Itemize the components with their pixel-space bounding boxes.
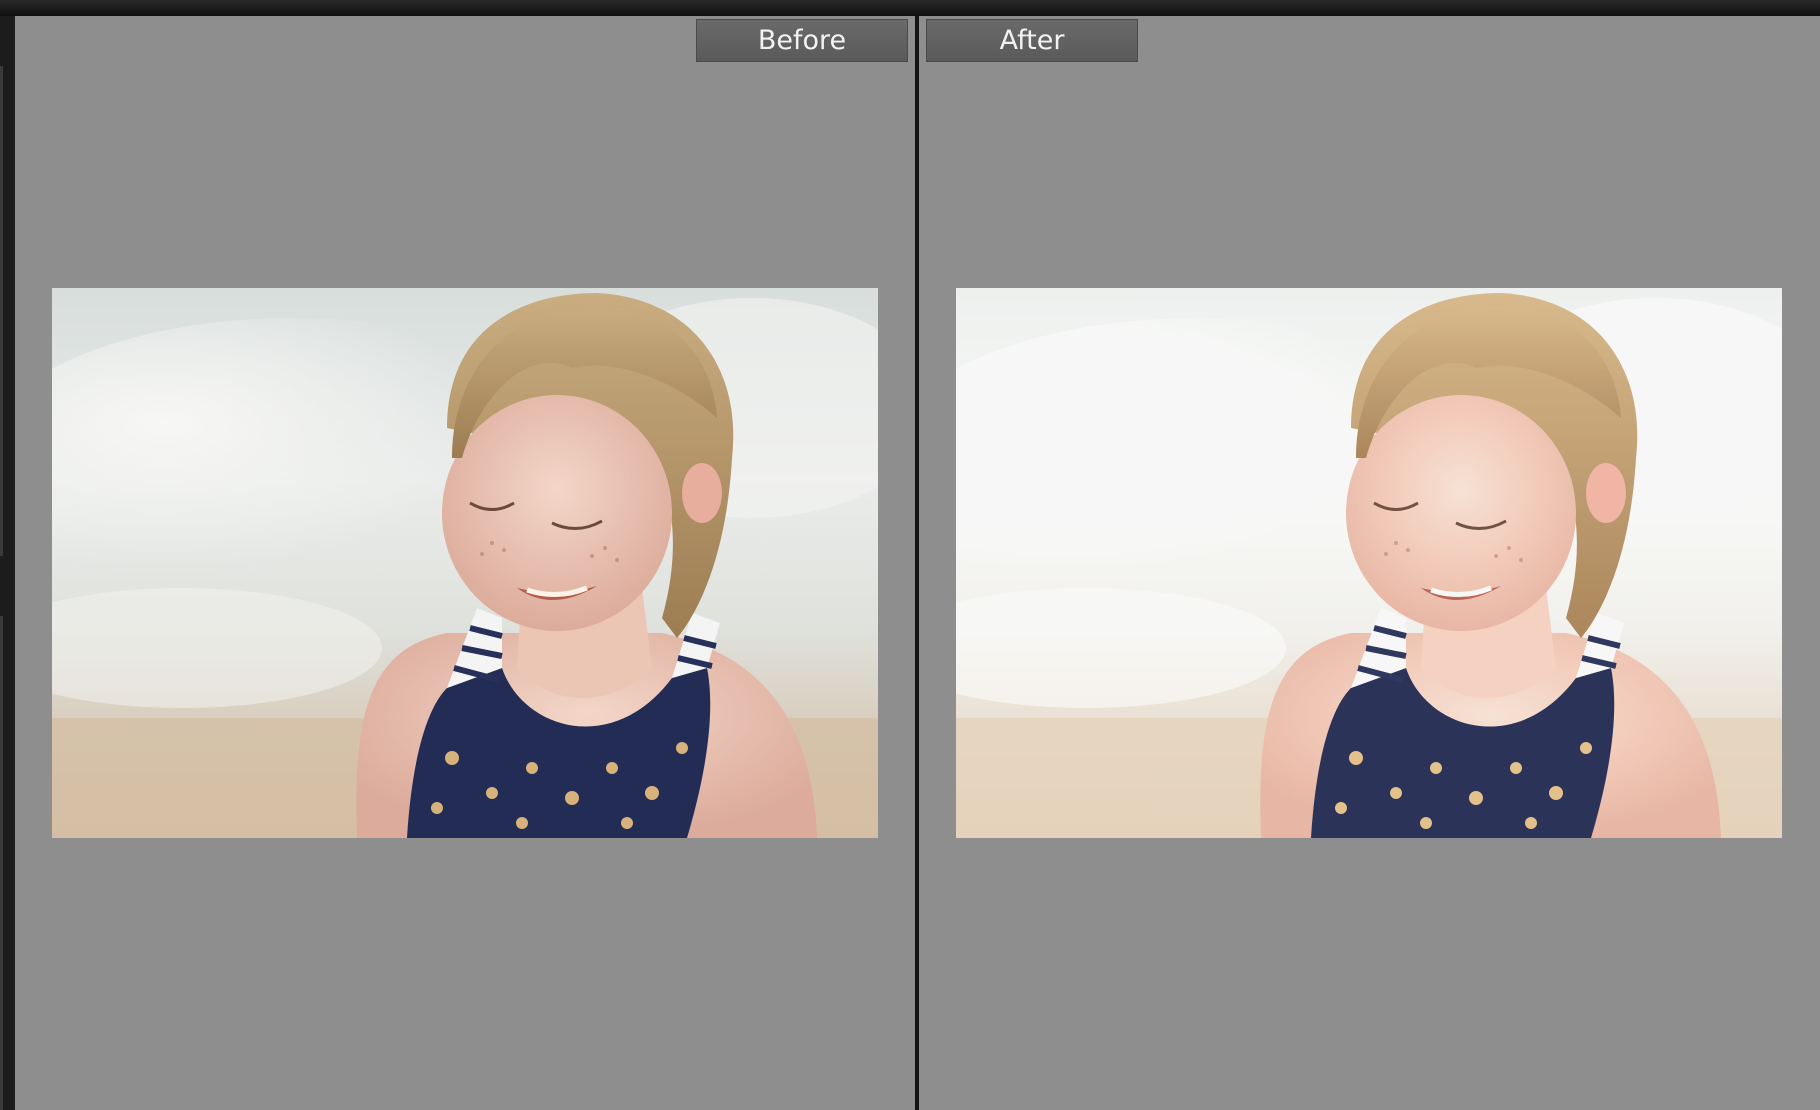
pane-divider[interactable] (912, 16, 922, 1110)
after-label: After (926, 19, 1138, 62)
before-pane: Before (15, 16, 912, 1110)
compare-view: Before After (0, 0, 1820, 1110)
portrait-image (956, 288, 1782, 838)
after-photo[interactable] (956, 288, 1782, 838)
before-label: Before (696, 19, 908, 62)
portrait-image (52, 288, 878, 838)
top-border (0, 0, 1820, 16)
after-pane: After (922, 16, 1820, 1110)
left-panel-edge[interactable] (0, 16, 15, 1110)
before-photo[interactable] (52, 288, 878, 838)
